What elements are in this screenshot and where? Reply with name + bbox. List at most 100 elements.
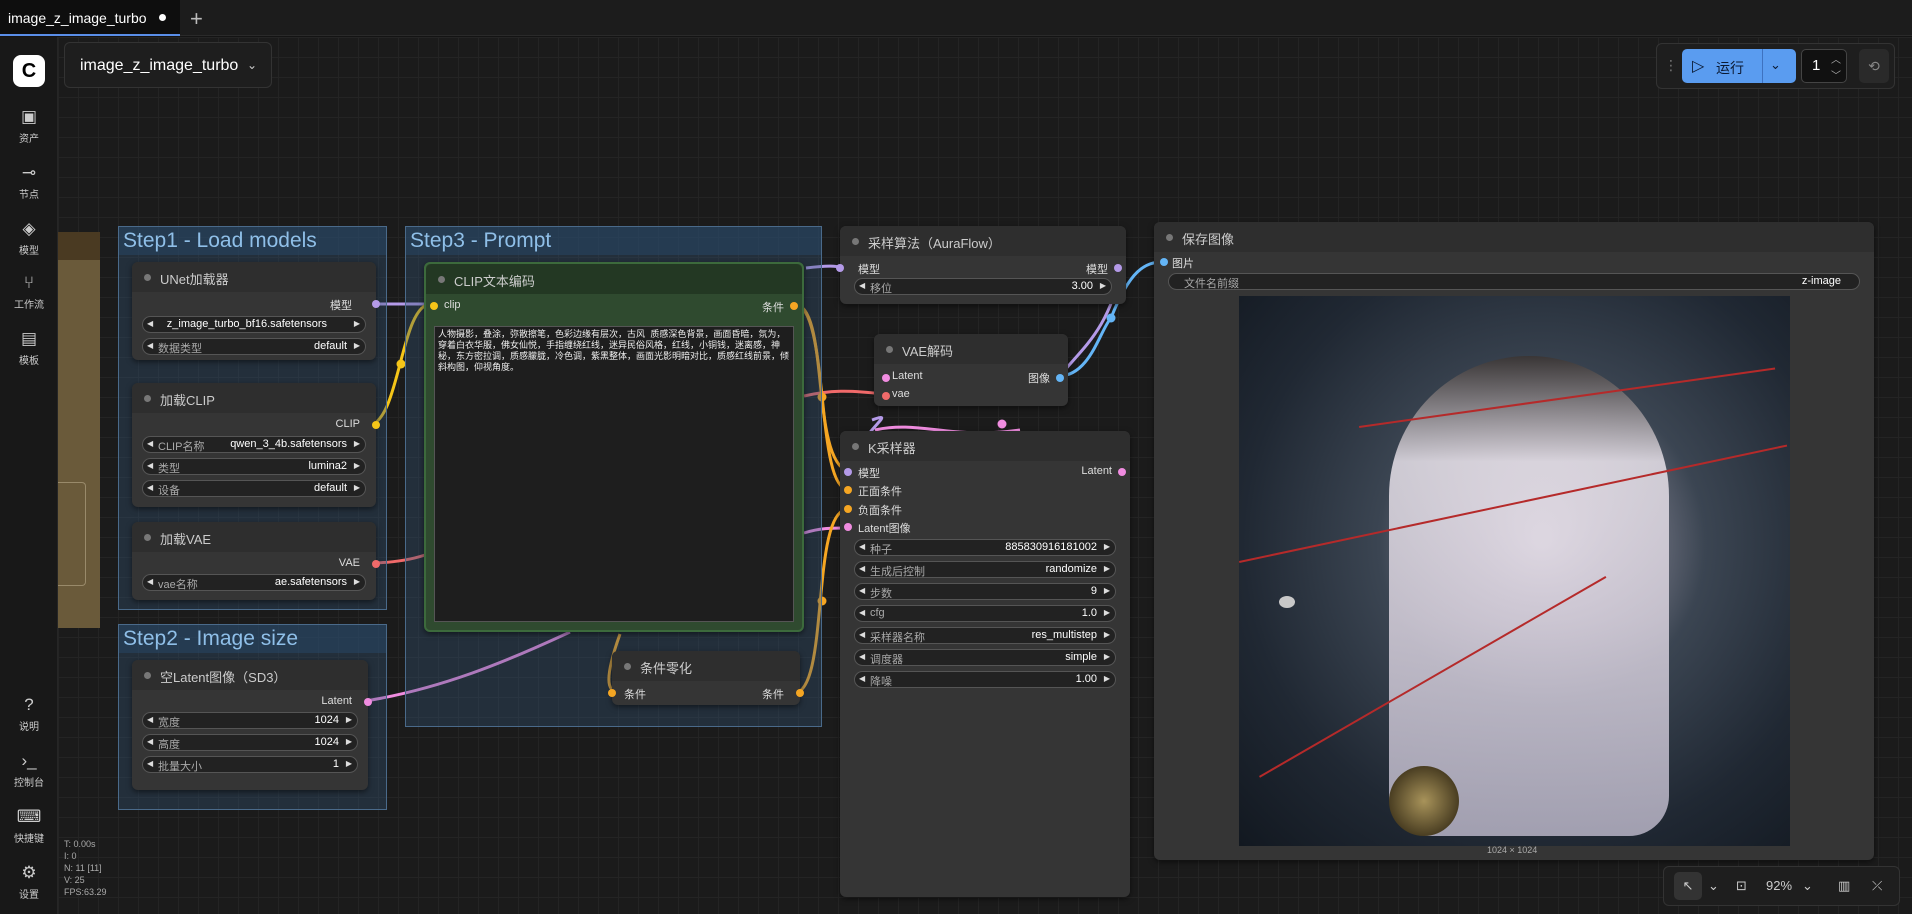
- arrow-right-icon[interactable]: ▶: [1104, 542, 1110, 551]
- arrow-right-icon[interactable]: ▶: [354, 577, 360, 586]
- arrow-left-icon[interactable]: ◀: [147, 319, 153, 328]
- batch-count-input[interactable]: 1 ︿ ﹀: [1801, 49, 1847, 83]
- arrow-left-icon[interactable]: ◀: [147, 759, 153, 768]
- chevron-down-icon[interactable]: ⌄: [1802, 878, 1813, 894]
- output-slot[interactable]: [372, 560, 380, 568]
- arrow-right-icon[interactable]: ▶: [346, 737, 352, 746]
- output-slot[interactable]: [372, 300, 380, 308]
- input-slot[interactable]: [882, 392, 890, 400]
- denoise-widget[interactable]: ◀ 降噪 1.00 ▶: [854, 671, 1116, 688]
- comfy-logo-icon[interactable]: C: [13, 55, 45, 87]
- arrow-left-icon[interactable]: ◀: [859, 630, 865, 639]
- sidebar-item-settings[interactable]: ⚙ 设置: [0, 863, 58, 901]
- arrow-left-icon[interactable]: ◀: [147, 483, 153, 492]
- dtype-widget[interactable]: ◀ 数据类型 default ▶: [142, 338, 366, 355]
- node-conditioning-zero[interactable]: 条件零化 条件 条件: [608, 651, 804, 705]
- node-empty-latent[interactable]: 空Latent图像（SD3） Latent ◀ 宽度 1024 ▶ ◀ 高度 1…: [132, 660, 372, 790]
- sidebar-item-console[interactable]: ›_ 控制台: [0, 751, 58, 789]
- input-slot[interactable]: [882, 374, 890, 382]
- arrow-right-icon[interactable]: ▶: [1100, 281, 1106, 290]
- arrow-left-icon[interactable]: ◀: [147, 737, 153, 746]
- clip-name-widget[interactable]: ◀ CLIP名称 qwen_3_4b.safetensors ▶: [142, 436, 366, 453]
- height-widget[interactable]: ◀ 高度 1024 ▶: [142, 734, 358, 751]
- arrow-right-icon[interactable]: ▶: [354, 461, 360, 470]
- cfg-widget[interactable]: ◀ cfg 1.0 ▶: [854, 605, 1116, 622]
- run-button[interactable]: ▷ 运行 ⌄: [1682, 49, 1796, 83]
- arrow-right-icon[interactable]: ▶: [346, 759, 352, 768]
- arrow-left-icon[interactable]: ◀: [859, 586, 865, 595]
- fit-view-icon[interactable]: ⊡: [1736, 878, 1747, 894]
- arrow-right-icon[interactable]: ▶: [1104, 564, 1110, 573]
- node-load-vae[interactable]: 加载VAE VAE ◀ vae名称 ae.safetensors ▶: [132, 522, 380, 600]
- input-slot[interactable]: [608, 689, 616, 697]
- arrow-left-icon[interactable]: ◀: [147, 341, 153, 350]
- arrow-left-icon[interactable]: ◀: [147, 577, 153, 586]
- input-slot[interactable]: [844, 486, 852, 494]
- clip-type-widget[interactable]: ◀ 类型 lumina2 ▶: [142, 458, 366, 475]
- sampler-name-widget[interactable]: ◀ 采样器名称 res_multistep ▶: [854, 627, 1116, 644]
- arrow-left-icon[interactable]: ◀: [859, 281, 865, 290]
- sidebar-item-templates[interactable]: ▤ 模板: [0, 329, 58, 367]
- preview-image[interactable]: [1239, 296, 1790, 846]
- clip-device-widget[interactable]: ◀ 设备 default ▶: [142, 480, 366, 497]
- decrement-icon[interactable]: ﹀: [1831, 67, 1841, 82]
- control-after-generate-widget[interactable]: ◀ 生成后控制 randomize ▶: [854, 561, 1116, 578]
- arrow-right-icon[interactable]: ▶: [354, 319, 360, 328]
- node-unet-loader[interactable]: UNet加载器 模型 ◀ z_image_turbo_bf16.safetens…: [132, 262, 380, 360]
- unet-name-widget[interactable]: ◀ z_image_turbo_bf16.safetensors ▶: [142, 316, 366, 333]
- sidebar-item-models[interactable]: ◈ 模型: [0, 219, 58, 257]
- node-sampling-auraflow[interactable]: 采样算法（AuraFlow） 模型 模型 ◀ 移位 3.00 ▶: [836, 226, 1126, 304]
- select-cursor-icon[interactable]: ↖: [1674, 872, 1702, 900]
- output-slot[interactable]: [1114, 264, 1122, 272]
- chevron-down-icon[interactable]: ⌄: [1708, 878, 1719, 894]
- workflow-name-dropdown[interactable]: image_z_image_turbo ⌄: [64, 42, 272, 88]
- arrow-right-icon[interactable]: ▶: [354, 483, 360, 492]
- arrow-right-icon[interactable]: ▶: [1104, 630, 1110, 639]
- link-visibility-icon[interactable]: ⤫: [1872, 878, 1882, 894]
- arrow-right-icon[interactable]: ▶: [346, 715, 352, 724]
- node-clip-text-encode[interactable]: CLIP文本编码 clip 条件 人物摄影，叠涂，弥散擦笔，色彩边缘有层次，古风…: [424, 262, 804, 632]
- output-slot[interactable]: [1056, 374, 1064, 382]
- prompt-textarea[interactable]: 人物摄影，叠涂，弥散擦笔，色彩边缘有层次，古风 质感深色背景，画面昏暗，氛为，穿…: [434, 326, 794, 622]
- input-slot[interactable]: [844, 505, 852, 513]
- sidebar-item-nodes[interactable]: ⊸ 节点: [0, 163, 58, 201]
- output-slot[interactable]: [372, 421, 380, 429]
- arrow-left-icon[interactable]: ◀: [859, 608, 865, 617]
- output-slot[interactable]: [1118, 468, 1126, 476]
- width-widget[interactable]: ◀ 宽度 1024 ▶: [142, 712, 358, 729]
- arrow-right-icon[interactable]: ▶: [1104, 586, 1110, 595]
- output-slot[interactable]: [790, 302, 798, 310]
- output-slot[interactable]: [796, 689, 804, 697]
- node-ksampler[interactable]: K采样器 模型 正面条件 负面条件 Latent图像 Latent ◀ 种子 8…: [840, 431, 1130, 897]
- minimap-icon[interactable]: ▥: [1838, 878, 1850, 894]
- zoom-level[interactable]: 92%: [1766, 878, 1792, 893]
- sidebar-item-shortcuts[interactable]: ⌨ 快捷键: [0, 807, 58, 845]
- arrow-left-icon[interactable]: ◀: [859, 564, 865, 573]
- input-slot[interactable]: [836, 264, 844, 272]
- batch-size-widget[interactable]: ◀ 批量大小 1 ▶: [142, 756, 358, 773]
- arrow-right-icon[interactable]: ▶: [354, 341, 360, 350]
- shift-widget[interactable]: ◀ 移位 3.00 ▶: [854, 278, 1112, 295]
- node-vae-decode[interactable]: VAE解码 Latent vae 图像: [874, 334, 1068, 406]
- steps-widget[interactable]: ◀ 步数 9 ▶: [854, 583, 1116, 600]
- sidebar-item-workflows[interactable]: ⑂ 工作流: [0, 273, 58, 311]
- arrow-right-icon[interactable]: ▶: [1104, 652, 1110, 661]
- input-slot[interactable]: [1160, 258, 1168, 266]
- arrow-left-icon[interactable]: ◀: [859, 674, 865, 683]
- arrow-left-icon[interactable]: ◀: [147, 461, 153, 470]
- output-slot[interactable]: [364, 698, 372, 706]
- arrow-left-icon[interactable]: ◀: [859, 542, 865, 551]
- arrow-right-icon[interactable]: ▶: [1104, 674, 1110, 683]
- input-slot[interactable]: [844, 523, 852, 531]
- input-slot[interactable]: [430, 302, 438, 310]
- scheduler-widget[interactable]: ◀ 调度器 simple ▶: [854, 649, 1116, 666]
- filename-prefix-widget[interactable]: 文件名前缀 z-image: [1168, 273, 1860, 290]
- vae-name-widget[interactable]: ◀ vae名称 ae.safetensors ▶: [142, 574, 366, 591]
- input-slot[interactable]: [844, 468, 852, 476]
- run-mode-chevron-icon[interactable]: ⌄: [1770, 57, 1781, 73]
- arrow-right-icon[interactable]: ▶: [1104, 608, 1110, 617]
- arrow-right-icon[interactable]: ▶: [354, 439, 360, 448]
- node-load-clip[interactable]: 加载CLIP CLIP ◀ CLIP名称 qwen_3_4b.safetenso…: [132, 383, 380, 507]
- arrow-left-icon[interactable]: ◀: [147, 715, 153, 724]
- arrow-left-icon[interactable]: ◀: [147, 439, 153, 448]
